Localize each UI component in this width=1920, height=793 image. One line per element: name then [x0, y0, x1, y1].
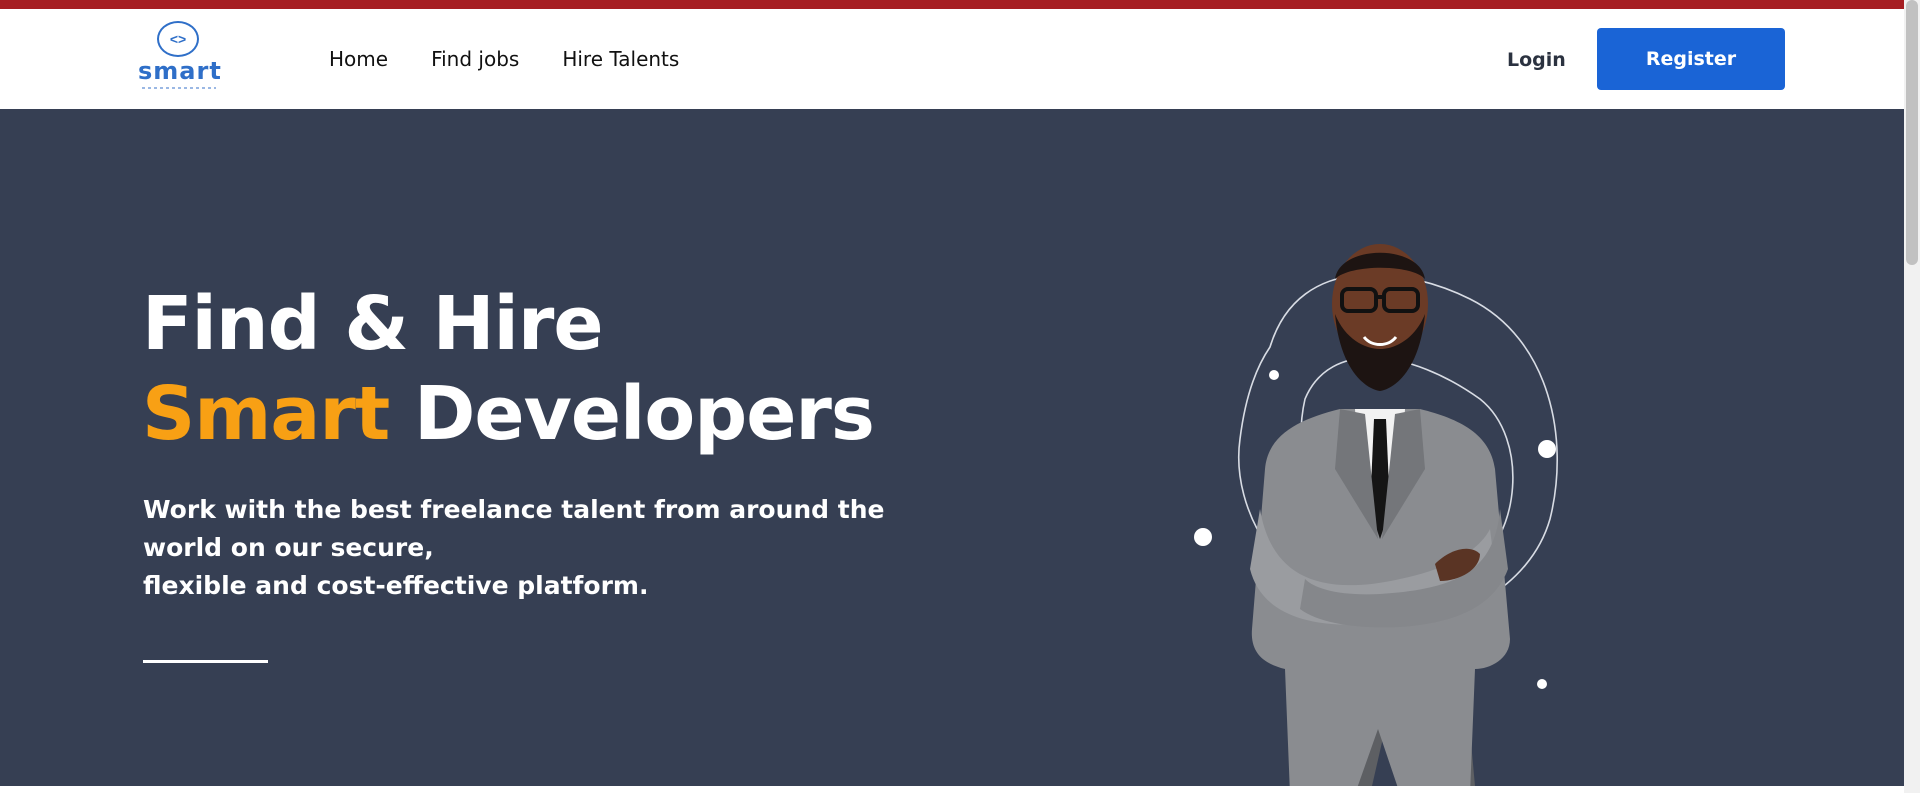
orbit-dot-2 [1538, 440, 1556, 458]
logo[interactable]: <> smart [138, 21, 222, 91]
orbit-dot-4 [1537, 679, 1547, 689]
code-brackets-icon: <> [157, 21, 199, 57]
logo-text: smart [138, 57, 222, 85]
hero-title-line1: Find & Hire [142, 281, 604, 367]
hero-subtitle-line2: flexible and cost-effective platform. [143, 571, 649, 600]
hero-section: Find & Hire Smart Developers Work with t… [0, 109, 1904, 786]
nav-hire-talents[interactable]: Hire Talents [562, 47, 679, 71]
register-button[interactable]: Register [1597, 28, 1785, 90]
navbar: <> smart Home Find jobs Hire Talents Log… [0, 9, 1904, 109]
login-link[interactable]: Login [1507, 49, 1566, 71]
hero-subtitle: Work with the best freelance talent from… [143, 491, 903, 605]
scrollbar-thumb[interactable] [1906, 0, 1918, 265]
nav-home[interactable]: Home [329, 47, 388, 71]
hero-title-rest: Developers [389, 371, 875, 457]
hero-divider [143, 660, 268, 663]
nav-find-jobs[interactable]: Find jobs [431, 47, 519, 71]
hero-person-illustration [1194, 244, 1559, 786]
logo-tagline-decor [142, 87, 216, 89]
top-accent-stripe [0, 0, 1904, 9]
orbit-dot-1 [1269, 370, 1279, 380]
hero-title-accent: Smart [142, 371, 390, 457]
hero-title: Find & Hire Smart Developers [142, 279, 875, 459]
orbit-dot-3 [1194, 528, 1212, 546]
page-bottom-strip [0, 786, 1904, 793]
main-nav: Home Find jobs Hire Talents [329, 47, 722, 71]
hero-subtitle-line1: Work with the best freelance talent from… [143, 495, 885, 562]
